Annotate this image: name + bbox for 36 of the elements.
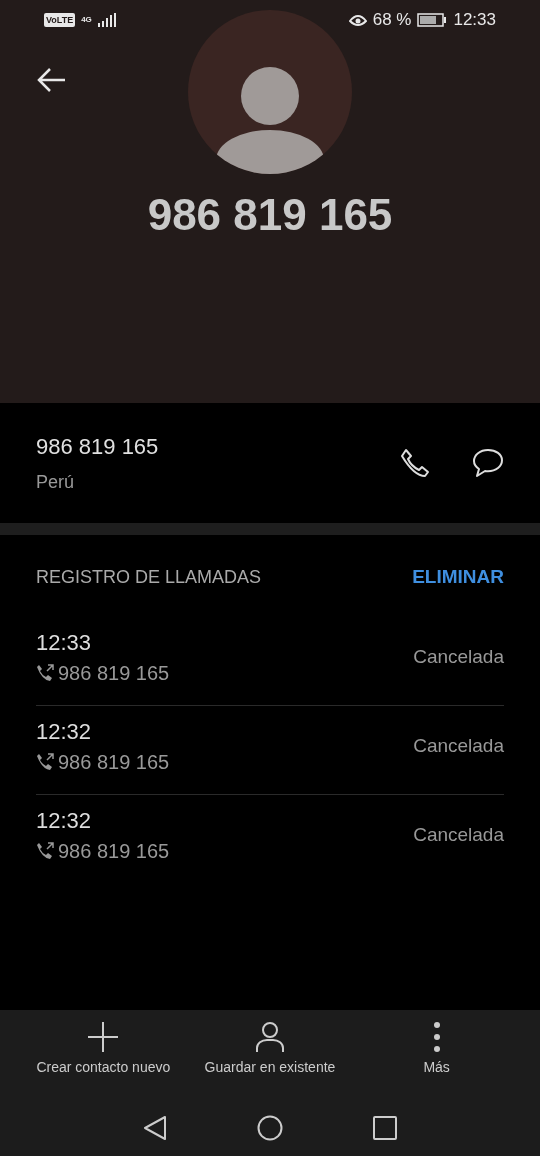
action-button[interactable]: Crear contacto nuevo [23,1020,184,1100]
delete-button[interactable]: ELIMINAR [412,566,504,588]
network-label: 4G [81,16,92,24]
section-title: REGISTRO DE LLAMADAS [36,566,262,588]
outgoing-call-icon [36,842,54,860]
message-icon[interactable] [472,448,504,478]
phone-icon[interactable] [400,448,430,478]
phone-number: 986 819 165 [36,433,160,460]
outgoing-call-icon [36,753,54,771]
call-time: 12:32 [36,718,93,745]
call-time: 12:32 [36,807,93,834]
action-button[interactable]: Más [356,1020,517,1100]
outgoing-call-icon [36,664,54,682]
plus-icon [87,1021,120,1053]
battery-icon [417,13,448,27]
back-icon[interactable] [36,67,66,93]
recents-nav-icon[interactable] [373,1116,397,1140]
call-status: Cancelada [413,824,504,846]
back-nav-icon[interactable] [143,1115,167,1141]
eye-icon [348,13,367,27]
call-number: 986 819 165 [58,661,170,685]
action-button[interactable]: Guardar en existente [190,1020,350,1100]
call-number: 986 819 165 [58,839,170,863]
clock: 12:33 [453,10,496,30]
volte-badge: VoLTE [44,13,76,27]
home-nav-icon[interactable] [257,1115,283,1141]
contact-number-title: 986 819 165 [146,190,394,240]
call-number: 986 819 165 [58,750,170,774]
more-icon [432,1021,441,1053]
call-status: Cancelada [413,735,504,757]
signal-icon [97,13,116,27]
person-icon [255,1021,285,1053]
battery-percent: 68 % [372,10,412,30]
call-status: Cancelada [413,646,504,668]
location-label: Perú [36,471,76,493]
call-time: 12:33 [36,629,93,656]
